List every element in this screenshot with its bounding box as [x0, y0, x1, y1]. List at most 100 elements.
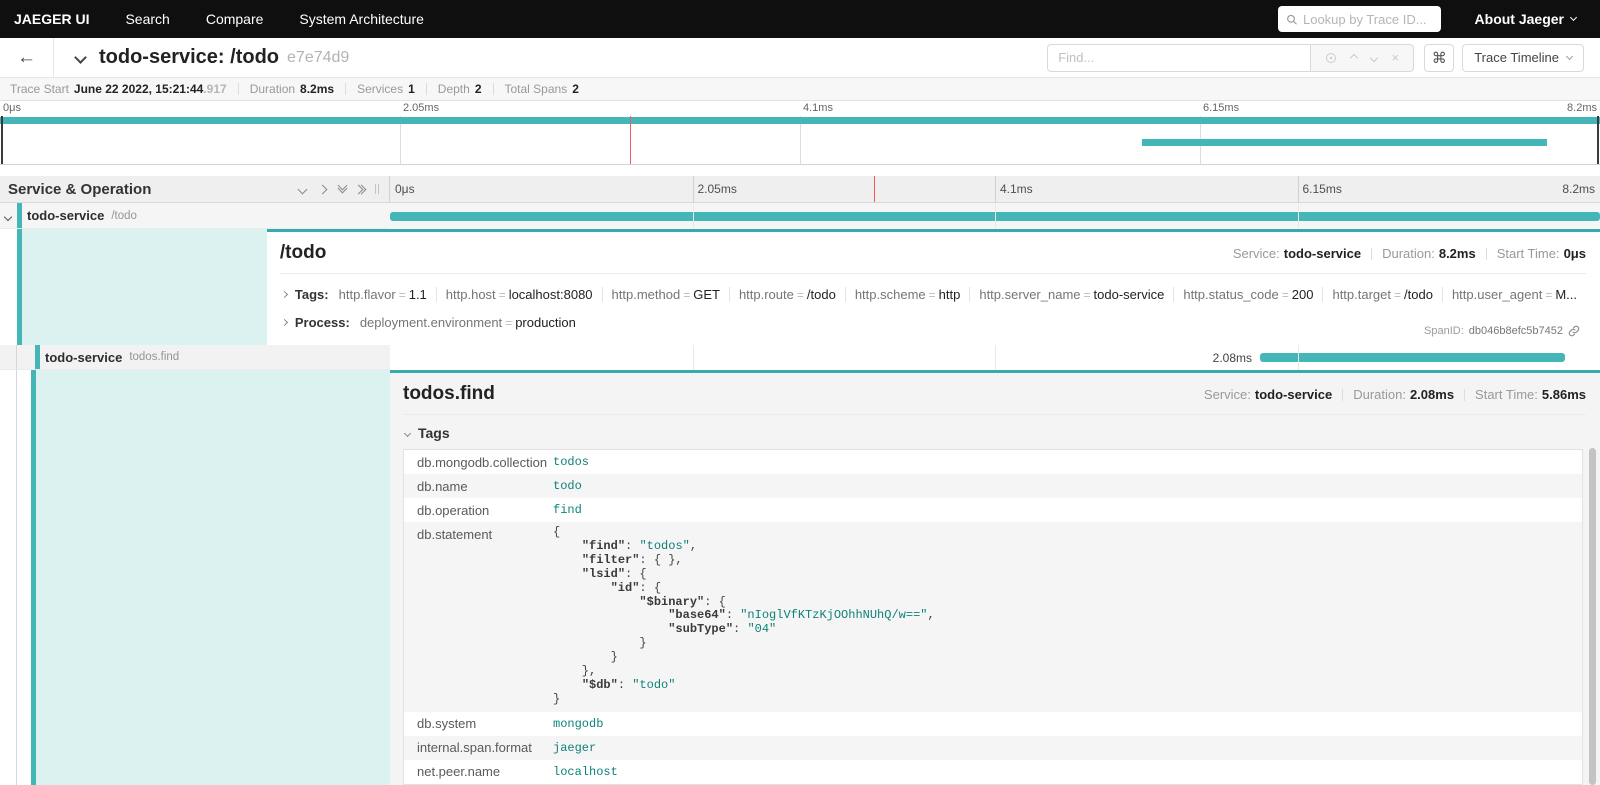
find-next-icon[interactable] — [1370, 53, 1378, 61]
tag-item: http.scheme=http — [846, 287, 971, 302]
kv-key: net.peer.name — [404, 764, 553, 779]
indent-guide — [16, 370, 17, 785]
about-jaeger-menu[interactable]: About Jaeger — [1475, 11, 1576, 27]
timeline-grid-header: Service & Operation 0μs2.05ms4.1ms6.15ms… — [0, 176, 1600, 203]
tag-value: production — [515, 315, 576, 330]
tag-item: http.route=/todo — [730, 287, 846, 302]
span-collapse-chevron[interactable] — [5, 207, 11, 225]
tag-key: http.user_agent — [1452, 287, 1542, 302]
ruler-tick-line — [995, 176, 996, 202]
minimap-tick-labels: 0μs2.05ms4.1ms6.15ms8.2ms — [0, 101, 1600, 116]
tag-item: http.server_name=todo-service — [970, 287, 1174, 302]
nav-item-compare[interactable]: Compare — [206, 11, 264, 27]
deep-link-icon[interactable] — [1568, 325, 1580, 337]
detail-title: /todo — [280, 242, 1233, 264]
tag-equals: = — [396, 288, 409, 302]
tag-value: GET — [693, 287, 720, 302]
tag-equals: = — [1081, 288, 1094, 302]
summary-label: Depth — [438, 82, 470, 96]
nav-item-system-architecture[interactable]: System Architecture — [299, 11, 424, 27]
service-operation-header: Service & Operation — [0, 176, 390, 202]
find-group: × — [1047, 44, 1414, 72]
tag-item: deployment.environment=production — [360, 315, 585, 330]
minimap-span-bar — [0, 117, 1600, 124]
tag-item: http.target=/todo — [1323, 287, 1442, 302]
timeline-minimap[interactable] — [0, 116, 1600, 165]
tag-value: 200 — [1292, 287, 1314, 302]
trace-title: todo-service: /todo — [99, 46, 279, 69]
summary-value: 2 — [572, 82, 579, 96]
span-detail-panel-todos-find: todos.find Service:todo-service Duration… — [390, 370, 1600, 785]
find-prev-icon[interactable] — [1350, 53, 1358, 61]
span-bar-todos-find[interactable] — [1260, 353, 1565, 362]
search-icon — [1286, 13, 1297, 26]
app-logo[interactable]: JAEGER UI — [14, 11, 89, 27]
minimap-span-bar — [1142, 139, 1547, 146]
span-color-block — [17, 203, 22, 228]
summary-value: 8.2ms — [300, 82, 334, 96]
summary-value: 1 — [408, 82, 415, 96]
tags-key-value-table: db.mongodb.collectiontodosdb.nametododb.… — [403, 449, 1583, 785]
minimap-scrubber-right[interactable] — [1597, 116, 1599, 164]
summary-label: Services — [357, 82, 403, 96]
chevron-down-icon — [1570, 14, 1577, 21]
kv-key: internal.span.format — [404, 740, 553, 755]
nav-item-search[interactable]: Search — [125, 11, 169, 27]
tag-equals: = — [926, 288, 939, 302]
row-gridline — [693, 345, 694, 370]
match-highlight-icon[interactable] — [1325, 52, 1337, 64]
back-button[interactable]: ← — [0, 38, 54, 77]
tag-item: http.status_code=200 — [1174, 287, 1323, 302]
jaeger-trace-page: JAEGER UI Search Compare System Architectu… — [0, 0, 1600, 785]
keyboard-shortcuts-button[interactable]: ⌘ — [1424, 44, 1454, 72]
tag-key: http.target — [1332, 287, 1391, 302]
detail-meta: Service:todo-service Duration:2.08ms Sta… — [1204, 387, 1586, 402]
span-name-cell-todos-find[interactable]: todo-service todos.find — [0, 345, 390, 370]
tags-accordion-label: Tags: — [295, 287, 329, 302]
collapse-trace-chevron[interactable] — [76, 49, 85, 67]
tag-value: http — [939, 287, 961, 302]
tag-item: http.flavor=1.1 — [339, 287, 437, 302]
tag-key: deployment.environment — [360, 315, 502, 330]
tag-value: /todo — [1404, 287, 1433, 302]
process-summary-list: deployment.environment=production — [360, 315, 585, 330]
process-accordion-label: Process: — [295, 315, 350, 330]
about-jaeger-label: About Jaeger — [1475, 11, 1564, 27]
timeline-ruler: 0μs2.05ms4.1ms6.15ms8.2ms — [390, 176, 1600, 202]
kv-row: db.mongodb.collectiontodos — [404, 450, 1582, 474]
scrollbar-thumb[interactable] — [1589, 448, 1596, 785]
tag-equals: = — [1279, 288, 1292, 302]
collapse-one-icon[interactable] — [299, 186, 306, 193]
expand-all-icon[interactable] — [359, 186, 365, 193]
top-nav: JAEGER UI Search Compare System Architectu… — [0, 0, 1600, 38]
span-name-cell-todo[interactable]: todo-service /todo — [0, 203, 390, 229]
column-resizer[interactable] — [375, 184, 379, 194]
trace-view-selector-label: Trace Timeline — [1474, 50, 1559, 65]
kv-key: db.statement — [404, 522, 553, 542]
trace-header: ← todo-service: /todo e7e74d9 × ⌘ Trace … — [0, 38, 1600, 78]
collapse-all-icon[interactable] — [339, 186, 346, 192]
span-row-todo: todo-service /todo — [0, 203, 1600, 229]
process-accordion[interactable]: Process: deployment.environment=producti… — [280, 315, 1586, 330]
find-input[interactable] — [1047, 44, 1310, 72]
summary-item: Duration8.2ms — [250, 82, 334, 96]
span-detail-row-todo: /todo Service:todo-service Duration:8.2m… — [0, 229, 1600, 345]
tags-accordion[interactable]: Tags: http.flavor=1.1http.host=localhost… — [280, 287, 1586, 302]
trace-view-selector[interactable]: Trace Timeline — [1462, 44, 1584, 72]
summary-item: Services 1 — [357, 82, 415, 96]
minimap-scrubber-left[interactable] — [1, 116, 3, 164]
expand-one-icon[interactable] — [319, 186, 326, 193]
tags-section-header[interactable]: Tags — [403, 425, 1586, 441]
ruler-tick-label: 0μs — [395, 182, 415, 196]
find-controls: × — [1310, 44, 1414, 72]
trace-lookup-input[interactable] — [1303, 12, 1433, 27]
tags-section-label: Tags — [418, 425, 450, 441]
find-clear-icon[interactable]: × — [1392, 50, 1400, 65]
ruler-tick-label: 4.1ms — [1000, 182, 1033, 196]
ruler-tick-line — [693, 176, 694, 202]
span-timeline-cell-todos-find: 2.08ms — [390, 345, 1600, 370]
tag-value: localhost:8080 — [509, 287, 593, 302]
detail-meta: Service:todo-service Duration:8.2ms Star… — [1233, 246, 1586, 261]
span-color-block — [35, 345, 40, 369]
tag-equals: = — [1391, 288, 1404, 302]
